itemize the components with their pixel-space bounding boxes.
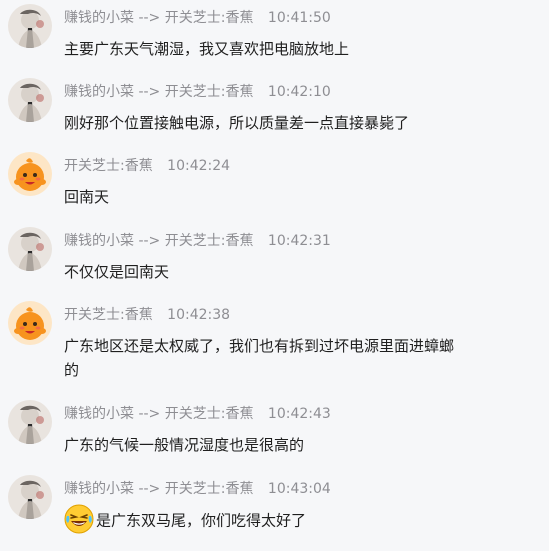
arrow-separator: --> bbox=[138, 406, 161, 422]
sketch-avatar[interactable] bbox=[8, 227, 52, 271]
laughing-tears-emoji bbox=[64, 504, 94, 534]
sender-name[interactable]: 赚钱的小菜 bbox=[64, 481, 134, 497]
message-text: 主要广东天气潮湿，我又喜欢把电脑放地上 bbox=[64, 40, 350, 58]
message-text: 是广东双马尾，你们吃得太好了 bbox=[64, 504, 464, 536]
sender-name[interactable]: 赚钱的小菜 bbox=[64, 406, 134, 422]
message-text-content: 是广东双马尾，你们吃得太好了 bbox=[96, 511, 307, 530]
orange-mascot-avatar[interactable] bbox=[8, 152, 52, 196]
sketch-avatar[interactable] bbox=[8, 400, 52, 444]
receiver-name[interactable]: 开关芝士:香蕉 bbox=[165, 406, 254, 422]
receiver-name[interactable]: 开关芝士:香蕉 bbox=[165, 10, 254, 26]
message-time: 10:43:04 bbox=[267, 481, 331, 497]
message-header: 开关芝士:香蕉 10:42:24 bbox=[64, 156, 230, 176]
sender-name[interactable]: 赚钱的小菜 bbox=[64, 10, 134, 26]
sender-name[interactable]: 开关芝士:香蕉 bbox=[64, 307, 153, 323]
message-header: 赚钱的小菜 --> 开关芝士:香蕉 10:42:10 bbox=[64, 82, 331, 102]
message-time: 10:42:24 bbox=[167, 158, 231, 174]
sketch-avatar[interactable] bbox=[8, 4, 52, 48]
sender-name[interactable]: 赚钱的小菜 bbox=[64, 233, 134, 249]
message-header: 赚钱的小菜 --> 开关芝士:香蕉 10:42:43 bbox=[64, 404, 331, 424]
message-time: 10:42:43 bbox=[267, 406, 331, 422]
message-header: 开关芝士:香蕉 10:42:38 bbox=[64, 305, 230, 325]
message-text: 刚好那个位置接触电源，所以质量差一点直接暴毙了 bbox=[64, 114, 410, 132]
message-time: 10:42:10 bbox=[267, 84, 331, 100]
sketch-avatar[interactable] bbox=[8, 78, 52, 122]
sender-name[interactable]: 赚钱的小菜 bbox=[64, 84, 134, 100]
arrow-separator: --> bbox=[138, 84, 161, 100]
message-text: 广东地区还是太权威了，我们也有拆到过坏电源里面进蟑螂的 bbox=[64, 337, 455, 379]
message-time: 10:42:31 bbox=[267, 233, 331, 249]
message-header: 赚钱的小菜 --> 开关芝士:香蕉 10:41:50 bbox=[64, 8, 331, 28]
orange-mascot-avatar[interactable] bbox=[8, 301, 52, 345]
message-text: 回南天 bbox=[64, 188, 110, 206]
sender-name[interactable]: 开关芝士:香蕉 bbox=[64, 158, 153, 174]
message-text: 广东的气候一般情况湿度也是很高的 bbox=[64, 436, 305, 454]
message-time: 10:42:38 bbox=[167, 307, 231, 323]
message-header: 赚钱的小菜 --> 开关芝士:香蕉 10:43:04 bbox=[64, 479, 331, 499]
receiver-name[interactable]: 开关芝士:香蕉 bbox=[165, 84, 254, 100]
message-text: 不仅仅是回南天 bbox=[64, 263, 170, 281]
arrow-separator: --> bbox=[138, 481, 161, 497]
arrow-separator: --> bbox=[138, 10, 161, 26]
message-header: 赚钱的小菜 --> 开关芝士:香蕉 10:42:31 bbox=[64, 231, 331, 251]
sketch-avatar[interactable] bbox=[8, 475, 52, 519]
message-time: 10:41:50 bbox=[267, 10, 331, 26]
arrow-separator: --> bbox=[138, 233, 161, 249]
receiver-name[interactable]: 开关芝士:香蕉 bbox=[165, 481, 254, 497]
receiver-name[interactable]: 开关芝士:香蕉 bbox=[165, 233, 254, 249]
chat-log: 赚钱的小菜 --> 开关芝士:香蕉 10:41:50 主要广东天气潮湿，我又喜欢… bbox=[0, 0, 549, 551]
